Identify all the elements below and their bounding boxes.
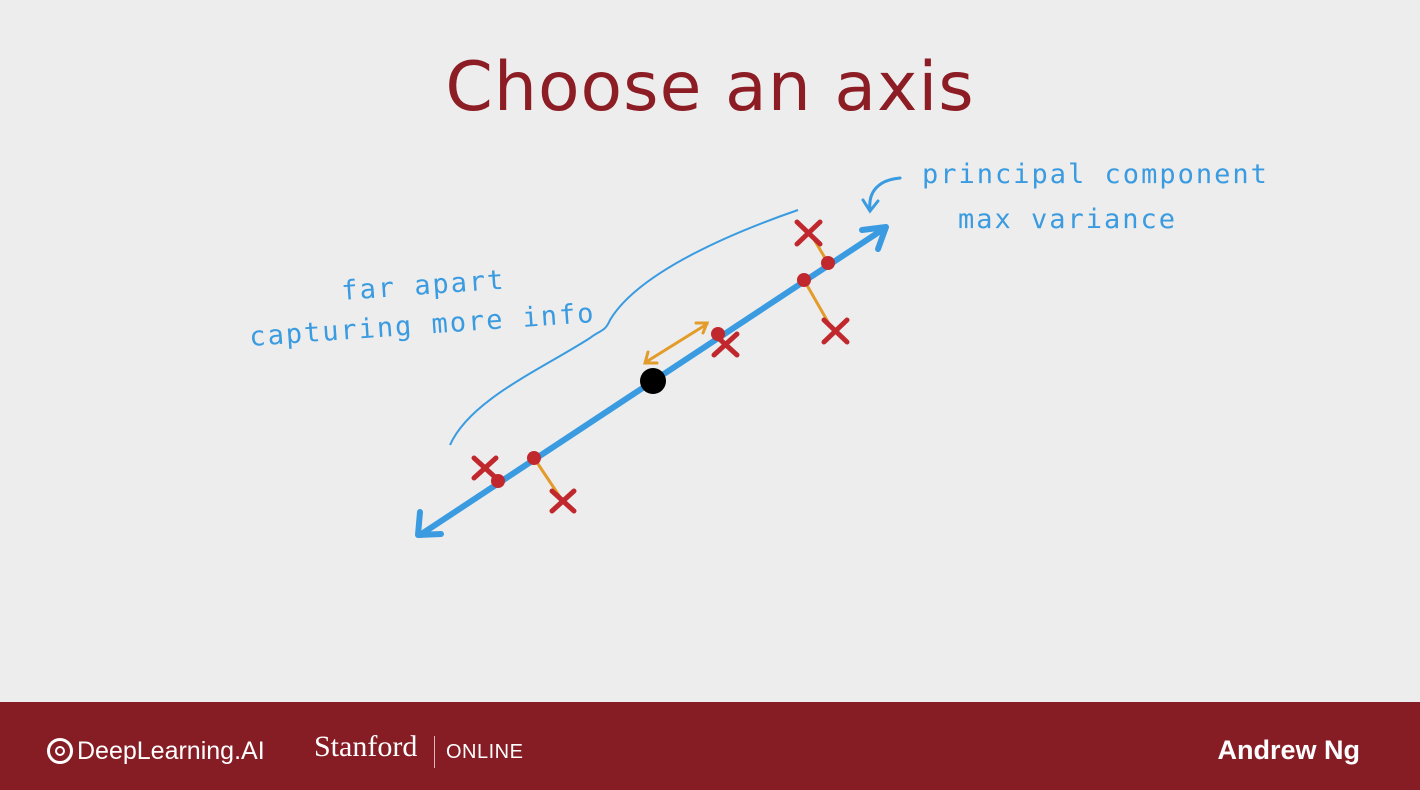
data-point-x	[794, 219, 823, 247]
data-points	[471, 219, 850, 514]
annotation-max-variance: max variance	[958, 204, 1177, 235]
stanford-wordmark: Stanford	[314, 730, 418, 763]
pca-diagram: principal component max variance far apa…	[248, 159, 1269, 538]
variance-double-arrow	[643, 321, 710, 365]
data-point-x	[821, 317, 850, 345]
annotation-far-apart: far apart	[340, 265, 506, 307]
pointer-arrow	[861, 176, 902, 214]
stanford-online-label: ONLINE	[446, 741, 524, 763]
projection-line	[532, 457, 562, 498]
annotation-capturing-more-info: capturing more info	[248, 298, 596, 353]
brand-name: DeepLearning.AI	[77, 736, 265, 765]
slide: Choose an axis principal component max v…	[0, 0, 1420, 702]
deeplearning-ai-logo: DeepLearning.AI	[47, 735, 265, 767]
footer-divider	[434, 736, 435, 768]
projected-point	[821, 256, 835, 270]
projected-point	[491, 474, 505, 488]
origin-point	[640, 368, 666, 394]
data-point-x	[549, 488, 577, 514]
projected-point	[527, 451, 541, 465]
projected-point	[711, 327, 725, 341]
projected-point	[797, 273, 811, 287]
author-name: Andrew Ng	[1217, 735, 1360, 765]
annotation-principal-component: principal component	[922, 159, 1269, 190]
data-point-x	[471, 455, 499, 481]
deeplearning-logo-icon	[47, 738, 73, 764]
